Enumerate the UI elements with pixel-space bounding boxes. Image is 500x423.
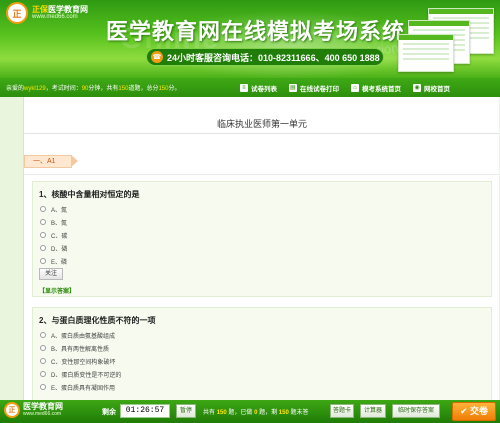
footer-logo-url: www.med66.com (23, 411, 62, 417)
stats-left-label: 题，剩 (259, 410, 278, 416)
option-c[interactable]: C、碳 (40, 230, 67, 240)
radio-button[interactable] (40, 332, 46, 338)
print-icon: ▤ (289, 83, 297, 92)
stats-done-label: 题，已做 (228, 410, 253, 416)
option-label: C、碳 (51, 233, 68, 240)
exam-info: 亲爱的wykl129，考试时间：90分钟，共有150道题，总分150分。 (6, 83, 180, 92)
option-e[interactable]: E、磷 (40, 256, 67, 266)
site-logo[interactable]: 正 正保医学教育网 www.med66.com (6, 2, 88, 24)
stats-total: 150 (216, 410, 227, 416)
question-title: 1、核酸中含量相对恒定的是 (39, 190, 140, 199)
option-label: C、变性那空间构象破坏 (51, 359, 116, 366)
option-label: D、蛋白质变性是不可逆的 (51, 372, 122, 379)
nav-school-home[interactable]: ◉ 网校首页 (413, 83, 450, 93)
option-d[interactable]: D、蛋白质变性是不可逆的 (40, 369, 121, 379)
stats-done: 0 (254, 410, 258, 416)
section-divider (24, 174, 499, 175)
option-d[interactable]: D、磷 (40, 243, 67, 253)
save-answers-button[interactable]: 临时保存答案 (392, 404, 440, 418)
question-count: 150 (118, 86, 129, 92)
hotline-text: 24小时客服咨询电话：010-82311666、400 650 1888 (167, 52, 380, 63)
screenshot-illustration (398, 8, 498, 74)
option-label: A、蛋白质由氨基酸组成 (51, 333, 116, 340)
radio-button[interactable] (40, 358, 46, 364)
submit-label: 交卷 (470, 406, 489, 416)
show-answer-link[interactable]: 【显示答案】 (39, 286, 75, 295)
username: wykl129 (24, 86, 46, 92)
option-a[interactable]: A、氮 (40, 204, 67, 214)
option-c[interactable]: C、变性那空间构象破坏 (40, 356, 115, 366)
section-tag: 一、A1 (24, 155, 78, 168)
stats-left: 150 (278, 410, 289, 416)
option-label: E、蛋白质具有凝固作用 (51, 385, 116, 392)
progress-stats: 共有 150 题，已做 0 题，剩 150 题未答 (203, 407, 308, 416)
option-label: D、磷 (51, 246, 68, 253)
radio-button[interactable] (40, 258, 46, 264)
option-b[interactable]: B、具有两性解离性质 (40, 343, 109, 353)
follow-button[interactable]: 关注 (39, 268, 63, 280)
total-score: 150 (158, 86, 169, 92)
nav-system-home-label: 模考系统首页 (362, 85, 401, 93)
nav-paper-list[interactable]: ≡ 试卷列表 (240, 83, 277, 93)
check-icon: ✔ (459, 406, 468, 416)
pause-button[interactable]: 暂停 (176, 404, 196, 418)
exam-footer: 正 医学教育网 www.med66.com 剩余 01:26:57 暂停 共有 … (0, 400, 500, 423)
submit-button[interactable]: ✔ 交卷 (452, 402, 496, 421)
option-a[interactable]: A、蛋白质由氨基酸组成 (40, 330, 115, 340)
option-label: B、氮 (51, 220, 68, 227)
stats-suffix: 题未答 (290, 410, 309, 416)
hotline-bar: ☎ 24小时客服咨询电话：010-82311666、400 650 1888 (146, 48, 384, 66)
logo-brand: 医学教育网 (48, 4, 88, 14)
info-prefix: 亲爱的 (6, 86, 25, 92)
option-b[interactable]: B、氮 (40, 217, 67, 227)
radio-button[interactable] (40, 206, 46, 212)
option-label: E、磷 (51, 259, 68, 266)
exam-navbar: 亲爱的wykl129，考试时间：90分钟，共有150道题，总分150分。 ≡ 试卷… (0, 78, 500, 97)
radio-button[interactable] (40, 371, 46, 377)
home-icon: ⌂ (351, 83, 359, 92)
info-score-label: 道题，总分 (128, 86, 159, 92)
remaining-label: 剩余 (102, 409, 116, 416)
nav-print[interactable]: ▤ 在线试卷打印 (289, 83, 339, 93)
radio-button[interactable] (40, 245, 46, 251)
option-label: B、具有两性解离性质 (51, 346, 110, 353)
nav-print-label: 在线试卷打印 (300, 85, 339, 93)
header-banner: Online simulation 正 正保医学教育网 www.med66.co… (0, 0, 500, 78)
answer-card-button[interactable]: 答题卡 (330, 404, 354, 418)
footer-logo-name: 医学教育网 (23, 402, 63, 411)
nav-system-home[interactable]: ⌂ 模考系统首页 (351, 83, 401, 93)
radio-button[interactable] (40, 232, 46, 238)
globe-icon: ◉ (413, 83, 421, 92)
question-card: 1、核酸中含量相对恒定的是 A、氮 B、氮 C、碳 D、磷 E、磷 关注 【显示… (32, 181, 492, 297)
logo-badge: 正 (6, 2, 28, 24)
phone-icon: ☎ (151, 51, 163, 63)
footer-logo-badge: 正 (4, 402, 20, 418)
question-title: 2、与蛋白质理化性质不符的一项 (39, 316, 156, 325)
stats-prefix: 共有 (203, 410, 216, 416)
radio-button[interactable] (40, 384, 46, 390)
title-divider (24, 133, 499, 134)
system-title: 医学教育网在线模拟考场系统 (106, 19, 406, 44)
paper-title: 临床执业医师第一单元 (216, 119, 307, 129)
logo-url: www.med66.com (32, 14, 78, 21)
calculator-button[interactable]: 计算器 (360, 404, 386, 418)
info-count-label: 分钟，共有 (88, 86, 119, 92)
radio-button[interactable] (40, 345, 46, 351)
list-icon: ≡ (240, 83, 248, 92)
footer-logo: 正 医学教育网 www.med66.com (4, 402, 63, 418)
info-time-label: ，考试时间： (45, 86, 82, 92)
info-suffix: 分。 (168, 86, 181, 92)
countdown-timer: 01:26:57 (120, 404, 170, 418)
nav-paper-list-label: 试卷列表 (251, 85, 277, 93)
option-e[interactable]: E、蛋白质具有凝固作用 (40, 382, 115, 392)
option-label: A、氮 (51, 207, 68, 214)
nav-school-home-label: 网校首页 (424, 85, 450, 93)
logo-brand-prefix: 正保 (32, 4, 48, 14)
nav-links: ≡ 试卷列表 ▤ 在线试卷打印 ⌂ 模考系统首页 ◉ 网校首页 (240, 78, 462, 97)
question-card: 2、与蛋白质理化性质不符的一项 A、蛋白质由氨基酸组成 B、具有两性解离性质 C… (32, 307, 492, 400)
radio-button[interactable] (40, 219, 46, 225)
exam-content[interactable]: 临床执业医师第一单元 一、A1 1、核酸中含量相对恒定的是 A、氮 B、氮 C、… (23, 97, 499, 400)
